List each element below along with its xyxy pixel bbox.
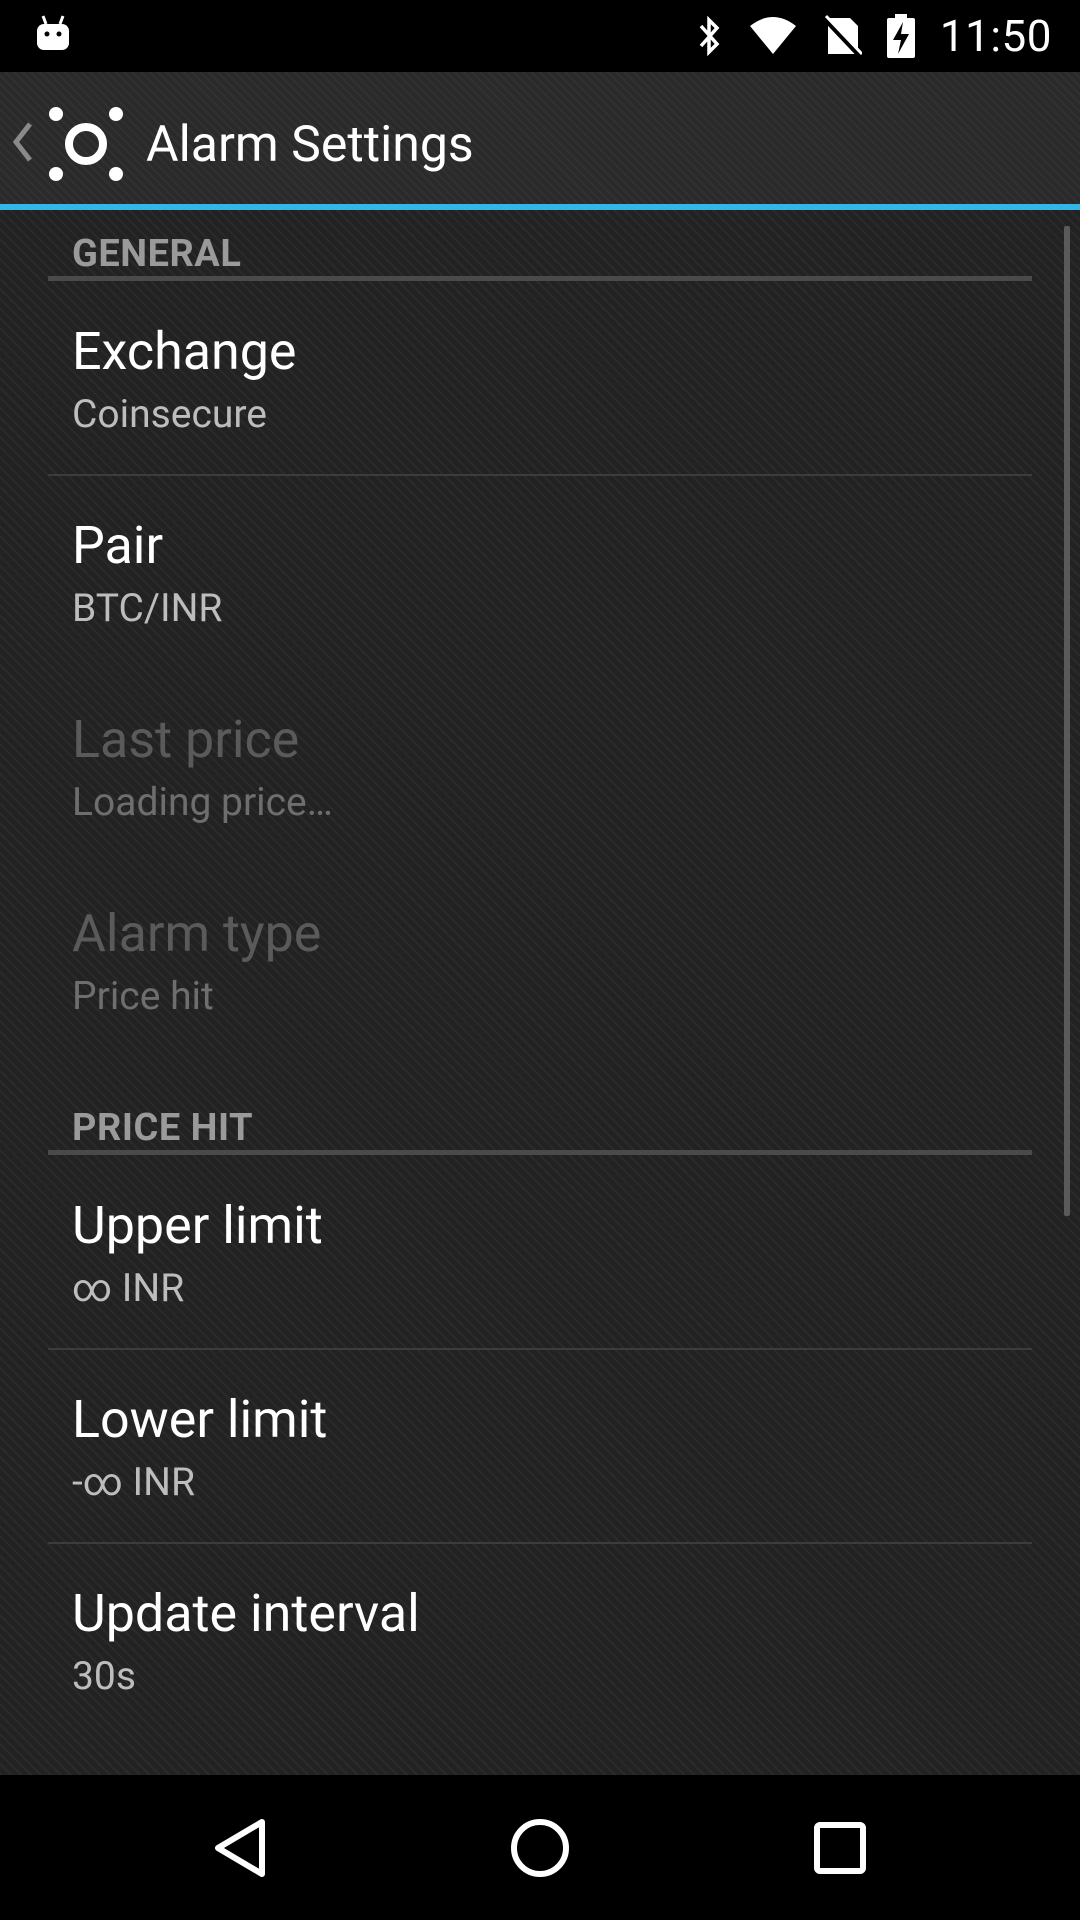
pref-summary: Loading price… xyxy=(72,779,333,825)
screen: 11:50 Alarm Settings GENERAL Exchange Co… xyxy=(0,0,1080,1920)
page-title: Alarm Settings xyxy=(146,116,474,174)
navigation-bar xyxy=(0,1775,1080,1920)
preferences-list[interactable]: GENERAL Exchange Coinsecure Pair BTC/INR… xyxy=(0,210,1080,1775)
pref-lower-limit[interactable]: Lower limit -∞ INR xyxy=(48,1349,1032,1544)
pref-title: Last price xyxy=(72,709,300,770)
action-bar: Alarm Settings xyxy=(0,72,1080,210)
pref-summary: Price hit xyxy=(72,973,214,1019)
nav-recents-button[interactable] xyxy=(740,1775,940,1920)
pref-alarm-type: Alarm type Price hit xyxy=(48,863,1032,1056)
pref-title: Alarm type xyxy=(72,903,322,964)
section-header-label: PRICE HIT xyxy=(72,1106,254,1150)
home-icon xyxy=(511,1818,569,1877)
scrollbar[interactable] xyxy=(1064,226,1070,1216)
pref-title: Pair xyxy=(72,515,164,576)
android-notification-icon xyxy=(37,15,69,50)
pref-title: Lower limit xyxy=(72,1389,328,1450)
status-icons: 11:50 xyxy=(694,0,1052,72)
pref-summary: ∞ INR xyxy=(72,1265,185,1311)
pref-upper-limit[interactable]: Upper limit ∞ INR xyxy=(48,1155,1032,1350)
pref-update-interval[interactable]: Update interval 30s xyxy=(48,1543,1032,1736)
nav-home-button[interactable] xyxy=(440,1775,640,1920)
pref-exchange[interactable]: Exchange Coinsecure xyxy=(48,281,1032,476)
back-icon xyxy=(215,1818,265,1877)
nav-back-button[interactable] xyxy=(140,1775,340,1920)
no-sim-icon xyxy=(822,14,862,58)
section-header-general: GENERAL xyxy=(48,210,1032,281)
pref-title: Update interval xyxy=(72,1583,420,1644)
status-time: 11:50 xyxy=(939,10,1052,62)
pref-summary: 30s xyxy=(72,1653,136,1699)
app-logo-icon[interactable] xyxy=(44,102,128,186)
pref-summary: -∞ INR xyxy=(72,1459,196,1505)
section-header-label: GENERAL xyxy=(72,232,242,276)
up-navigation-chevron-icon[interactable] xyxy=(10,120,34,164)
bluetooth-icon xyxy=(699,15,720,57)
wifi-icon xyxy=(749,17,796,54)
pref-title: Exchange xyxy=(72,321,297,382)
battery-charging-icon xyxy=(886,14,915,58)
section-header-price-hit: PRICE HIT xyxy=(48,1084,1032,1155)
pref-summary: BTC/INR xyxy=(72,585,223,631)
pref-summary: Coinsecure xyxy=(72,391,267,437)
status-bar: 11:50 xyxy=(0,0,1080,72)
recents-icon xyxy=(814,1821,866,1874)
pref-pair[interactable]: Pair BTC/INR xyxy=(48,475,1032,668)
pref-last-price: Last price Loading price… xyxy=(48,669,1032,862)
pref-title: Upper limit xyxy=(72,1195,323,1256)
